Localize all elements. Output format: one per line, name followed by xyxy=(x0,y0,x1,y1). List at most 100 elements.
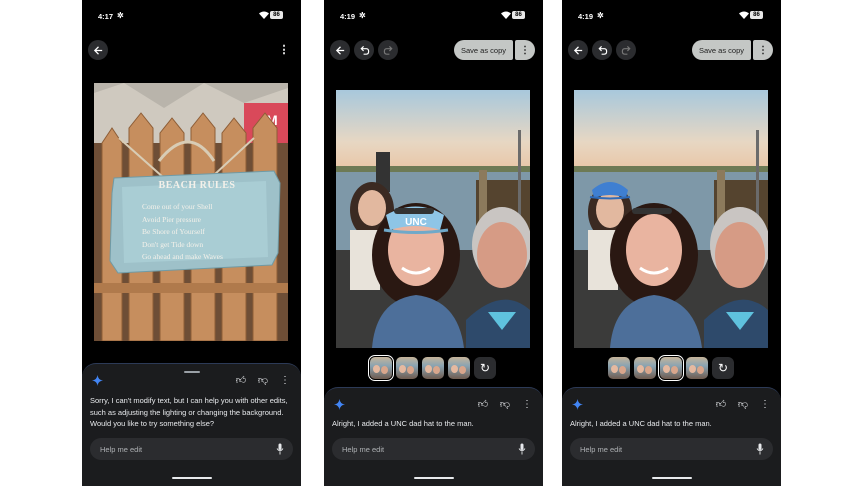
variant-thumbnail[interactable] xyxy=(634,357,656,379)
photo-canvas[interactable]: UNC xyxy=(336,90,530,348)
sign-line: Go ahead and make Waves xyxy=(142,252,223,261)
status-bar: 4:19 ✲ 86 xyxy=(562,10,781,24)
thumbs-up-icon[interactable]: 👍︎ xyxy=(715,398,727,410)
photo-canvas[interactable] xyxy=(574,90,768,348)
wifi-icon xyxy=(739,11,749,19)
sign-line: Don't get Tide down xyxy=(142,239,204,249)
variant-strip: ↻ xyxy=(324,355,543,381)
phone-screen-3: 4:19 ✲ 86 Save as copy ⋮ ↻ 👍︎ 👎︎ ⋮ Alrig… xyxy=(562,0,781,486)
home-indicator[interactable] xyxy=(651,477,692,479)
sign-line: Be Shore of Yourself xyxy=(142,227,205,236)
gemini-sparkle-icon xyxy=(92,375,103,386)
save-group: Save as copy ⋮ xyxy=(691,40,773,60)
help-me-edit-field[interactable] xyxy=(90,438,293,460)
variant-thumbnail[interactable] xyxy=(686,357,708,379)
undo-button[interactable] xyxy=(592,40,612,60)
save-as-copy-button[interactable]: Save as copy xyxy=(691,40,751,60)
assistant-message: Alright, I added a UNC dad hat to the ma… xyxy=(332,419,474,428)
thumbs-down-icon[interactable]: 👎︎ xyxy=(257,374,269,386)
notification-icon: ✲ xyxy=(359,11,366,20)
wifi-icon xyxy=(501,11,511,19)
arrow-left-icon xyxy=(93,45,102,55)
notification-icon: ✲ xyxy=(597,11,604,20)
variant-thumbnail[interactable] xyxy=(422,357,444,379)
assistant-message: Sorry, I can't modify text, but I can he… xyxy=(90,396,288,428)
save-as-copy-button[interactable]: Save as copy xyxy=(453,40,513,60)
thumbs-down-icon[interactable]: 👎︎ xyxy=(737,398,749,410)
regenerate-button[interactable]: ↻ xyxy=(712,357,734,379)
selfie-photo: UNC xyxy=(336,90,530,348)
variant-thumbnail[interactable] xyxy=(396,357,418,379)
thumbs-down-icon[interactable]: 👎︎ xyxy=(499,398,511,410)
save-group: Save as copy ⋮ xyxy=(453,40,535,60)
status-time: 4:19 xyxy=(578,12,594,21)
variant-strip: ↻ xyxy=(562,355,781,381)
home-indicator[interactable] xyxy=(171,477,212,479)
redo-button[interactable] xyxy=(616,40,636,60)
arrow-left-icon xyxy=(335,45,344,55)
thumbs-up-icon[interactable]: 👍︎ xyxy=(235,374,247,386)
sign-line: Come out of your Shell xyxy=(142,202,213,211)
redo-icon xyxy=(621,45,631,55)
microphone-icon[interactable] xyxy=(518,443,526,455)
variant-thumbnail[interactable] xyxy=(658,355,684,381)
wifi-icon xyxy=(259,11,269,19)
help-me-edit-field[interactable] xyxy=(332,438,535,460)
drag-handle[interactable] xyxy=(183,371,200,373)
help-me-edit-field[interactable] xyxy=(570,438,773,460)
regenerate-button[interactable]: ↻ xyxy=(474,357,496,379)
refresh-icon: ↻ xyxy=(717,361,729,375)
variant-thumbnail[interactable] xyxy=(448,357,470,379)
help-me-edit-input[interactable] xyxy=(342,438,492,460)
assistant-sheet: 👍︎ 👎︎ ⋮ Sorry, I can't modify text, but … xyxy=(82,363,301,486)
status-time: 4:19 xyxy=(340,12,356,21)
sign-lines: Come out of your Shell Avoid Pier pressu… xyxy=(142,201,272,264)
refresh-icon: ↻ xyxy=(479,361,491,375)
feedback-actions: 👍︎ 👎︎ ⋮ xyxy=(715,398,771,411)
undo-button[interactable] xyxy=(354,40,374,60)
back-button[interactable] xyxy=(88,40,108,60)
more-vertical-icon[interactable]: ⋮ xyxy=(521,399,533,410)
battery-icon: 86 xyxy=(270,11,283,19)
more-vertical-icon[interactable]: ⋮ xyxy=(759,399,771,410)
microphone-icon[interactable] xyxy=(276,443,284,455)
phone-screen-2: 4:19 ✲ 86 Save as copy ⋮ UNC ↻ 👍︎ 👎︎ ⋮ A… xyxy=(324,0,543,486)
battery-icon: 86 xyxy=(750,11,763,19)
assistant-sheet: 👍︎ 👎︎ ⋮ Alright, I added a UNC dad hat t… xyxy=(562,387,781,486)
status-bar: 4:17 ✲ 86 xyxy=(82,10,301,24)
gemini-sparkle-icon xyxy=(334,399,345,410)
more-options-button[interactable]: ⋮ xyxy=(277,43,291,57)
back-button[interactable] xyxy=(568,40,588,60)
microphone-icon[interactable] xyxy=(756,443,764,455)
photo-canvas[interactable]: M BEACH RULES Come out of your Shell Avo… xyxy=(94,83,288,341)
back-button[interactable] xyxy=(330,40,350,60)
gemini-sparkle-icon xyxy=(572,399,583,410)
status-bar: 4:19 ✲ 86 xyxy=(324,10,543,24)
selfie-photo xyxy=(574,90,768,348)
variant-thumbnail[interactable] xyxy=(368,355,394,381)
undo-icon xyxy=(597,45,607,55)
help-me-edit-input[interactable] xyxy=(100,438,250,460)
assistant-message: Alright, I added a UNC dad hat to the ma… xyxy=(570,419,712,428)
redo-button[interactable] xyxy=(378,40,398,60)
notification-icon: ✲ xyxy=(117,11,124,20)
svg-text:UNC: UNC xyxy=(405,217,427,228)
arrow-left-icon xyxy=(573,45,582,55)
variant-thumbnail[interactable] xyxy=(608,357,630,379)
save-options-button[interactable]: ⋮ xyxy=(753,40,773,60)
save-options-button[interactable]: ⋮ xyxy=(515,40,535,60)
sign-line: Avoid Pier pressure xyxy=(142,214,202,224)
thumbs-up-icon[interactable]: 👍︎ xyxy=(477,398,489,410)
status-time: 4:17 xyxy=(98,12,114,21)
sign-title: BEACH RULES xyxy=(158,180,236,191)
battery-icon: 86 xyxy=(512,11,525,19)
feedback-actions: 👍︎ 👎︎ ⋮ xyxy=(477,398,533,411)
undo-icon xyxy=(359,45,369,55)
feedback-actions: 👍︎ 👎︎ ⋮ xyxy=(235,374,291,387)
more-vertical-icon[interactable]: ⋮ xyxy=(279,375,291,386)
help-me-edit-input[interactable] xyxy=(580,438,730,460)
phone-screen-1: 4:17 ✲ 86 ⋮ M BEACH RULES Come out of yo… xyxy=(82,0,301,486)
home-indicator[interactable] xyxy=(413,477,454,479)
assistant-sheet: 👍︎ 👎︎ ⋮ Alright, I added a UNC dad hat t… xyxy=(324,387,543,486)
redo-icon xyxy=(383,45,393,55)
